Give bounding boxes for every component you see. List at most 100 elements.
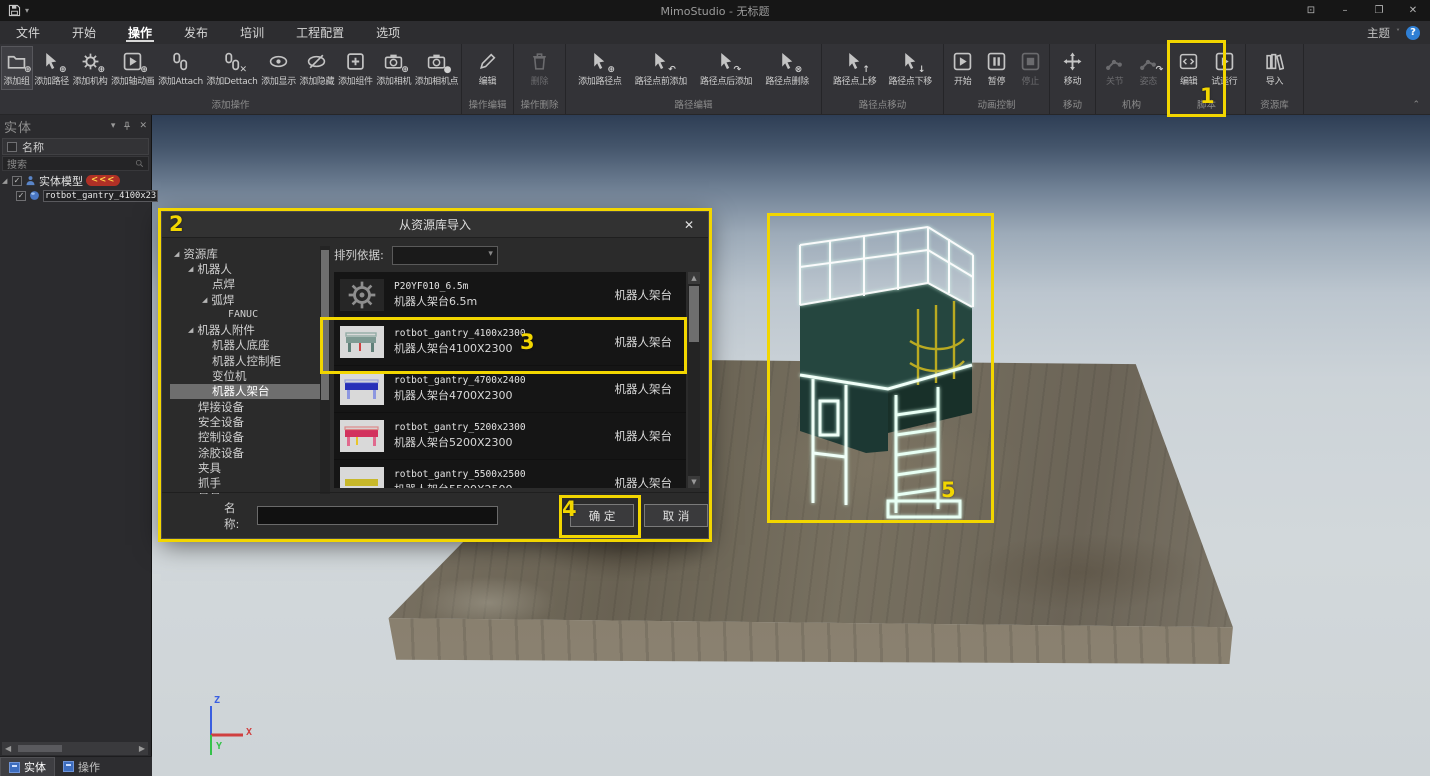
tree-node-control-equipment[interactable]: 控制设备 bbox=[170, 430, 320, 445]
tree-node-arc-weld[interactable]: ◢弧焊 bbox=[170, 292, 320, 307]
entity-search-input[interactable]: 搜索 bbox=[2, 156, 149, 171]
insert-path-point-before-button[interactable]: ↶路径点前添加 bbox=[634, 47, 688, 89]
tree-node-robot-base[interactable]: 机器人底座 bbox=[170, 338, 320, 353]
script-edit-button[interactable]: 编辑 bbox=[1174, 47, 1204, 89]
list-item[interactable]: rotbot_gantry_4700x2400 机器人架台4700X2300 机… bbox=[334, 366, 686, 413]
pin-window-button[interactable]: ⊡ bbox=[1294, 0, 1328, 21]
ribbon-group-animation-control: 开始 暂停 停止 动画控制 bbox=[944, 44, 1050, 114]
add-camera-button[interactable]: ⊕添加相机 bbox=[375, 47, 412, 89]
theme-selector[interactable]: 主题 bbox=[1367, 25, 1390, 41]
add-attach-button[interactable]: 添加Attach bbox=[157, 47, 204, 89]
cancel-button[interactable]: 取 消 bbox=[644, 504, 708, 527]
root-visibility-checkbox[interactable]: ✓ bbox=[12, 176, 22, 186]
add-show-button[interactable]: 添加显示 bbox=[260, 47, 297, 89]
tree-node-robot-gantry[interactable]: 机器人架台 bbox=[170, 384, 320, 399]
add-component-button[interactable]: 添加组件 bbox=[337, 47, 374, 89]
dialog-close-icon[interactable]: ✕ bbox=[678, 212, 700, 238]
tree-node-robot[interactable]: ◢机器人 bbox=[170, 261, 320, 276]
add-path-point-button[interactable]: ⊕添加路径点 bbox=[577, 47, 623, 89]
menu-file[interactable]: 文件 bbox=[0, 21, 56, 44]
menu-project-config[interactable]: 工程配置 bbox=[280, 21, 360, 44]
tab-operation[interactable]: 操作 bbox=[55, 757, 108, 776]
add-axis-animation-button[interactable]: ⊕添加轴动画 bbox=[110, 47, 156, 89]
scrollbar-thumb[interactable] bbox=[18, 745, 62, 752]
add-group-button[interactable]: ⊕添加组 bbox=[2, 47, 32, 89]
joint-tool-button[interactable]: 关节 bbox=[1100, 47, 1130, 89]
panel-pin-icon[interactable] bbox=[122, 121, 132, 131]
tree-node-positioner[interactable]: 变位机 bbox=[170, 368, 320, 383]
menu-publish[interactable]: 发布 bbox=[168, 21, 224, 44]
list-item[interactable]: P20YF010_6.5m 机器人架台6.5m 机器人架台 bbox=[334, 272, 686, 319]
close-button[interactable]: ✕ bbox=[1396, 0, 1430, 21]
restore-button[interactable]: ❐ bbox=[1362, 0, 1396, 21]
tree-node-spot-weld[interactable]: 点焊 bbox=[170, 277, 320, 292]
tree-node-welding-equipment[interactable]: 焊接设备 bbox=[170, 399, 320, 414]
tree-node-library[interactable]: ◢资源库 bbox=[170, 246, 320, 261]
add-dettach-button[interactable]: ✕添加Dettach bbox=[206, 47, 259, 89]
tree-node-robot-cabinet[interactable]: 机器人控制柜 bbox=[170, 353, 320, 368]
animation-pause-button[interactable]: 暂停 bbox=[982, 47, 1012, 89]
child-visibility-checkbox[interactable]: ✓ bbox=[16, 191, 26, 201]
app-window: ▾ MimoStudio - 无标题 ⊡ – ❐ ✕ 文件 开始 操作 发布 培… bbox=[0, 0, 1430, 776]
pose-tool-button[interactable]: ↷姿态 bbox=[1133, 47, 1163, 89]
menu-options[interactable]: 选项 bbox=[360, 21, 416, 44]
tree-node-fanuc[interactable]: FANUC bbox=[170, 307, 320, 322]
move-path-point-up-button[interactable]: ↑路径点上移 bbox=[832, 47, 878, 89]
scrollbar-thumb[interactable] bbox=[321, 250, 329, 400]
expander-icon[interactable]: ◢ bbox=[2, 177, 9, 185]
ribbon-collapse-icon[interactable]: ⌃ bbox=[1412, 100, 1420, 110]
panel-close-icon[interactable]: ✕ bbox=[139, 121, 147, 131]
gantry-model[interactable] bbox=[768, 213, 993, 523]
tree-scrollbar[interactable] bbox=[320, 246, 330, 494]
menu-operation[interactable]: 操作 bbox=[112, 21, 168, 44]
menu-training[interactable]: 培训 bbox=[224, 21, 280, 44]
entity-tree-child-row[interactable]: ✓ rotbot_gantry_4100x23 bbox=[14, 189, 151, 202]
animation-stop-button[interactable]: 停止 bbox=[1015, 47, 1045, 89]
tree-node-gluing-equipment[interactable]: 涂胶设备 bbox=[170, 445, 320, 460]
delete-path-point-button[interactable]: ⊗路径点删除 bbox=[764, 47, 810, 89]
name-column-checkbox[interactable] bbox=[7, 142, 17, 152]
move-path-point-down-button[interactable]: ↓路径点下移 bbox=[887, 47, 933, 89]
help-icon[interactable]: ? bbox=[1406, 26, 1420, 40]
tree-node-fixture[interactable]: 夹具 bbox=[170, 460, 320, 475]
save-icon[interactable] bbox=[8, 4, 21, 17]
minimize-button[interactable]: – bbox=[1328, 0, 1362, 21]
library-import-button[interactable]: 导入 bbox=[1260, 47, 1290, 89]
move-tool-button[interactable]: 移动 bbox=[1058, 47, 1088, 89]
panel-dropdown-icon[interactable]: ▾ bbox=[111, 121, 116, 131]
horizontal-scrollbar[interactable]: ◀ ▶ bbox=[2, 742, 148, 755]
tab-entity[interactable]: 实体 bbox=[0, 757, 55, 776]
add-path-button[interactable]: ⊕添加路径 bbox=[33, 47, 70, 89]
entity-tree-root-row[interactable]: ◢ ✓ 实体模型 <<< bbox=[0, 174, 151, 187]
cube-hide-icon bbox=[305, 49, 329, 73]
scroll-up-icon[interactable]: ▲ bbox=[688, 272, 700, 284]
scroll-down-icon[interactable]: ▼ bbox=[688, 476, 700, 488]
list-item-selected[interactable]: rotbot_gantry_4100x2300 机器人架台4100X2300 机… bbox=[334, 319, 686, 366]
sort-by-dropdown[interactable] bbox=[392, 246, 498, 265]
delete-operation-button[interactable]: 删除 bbox=[525, 47, 555, 89]
animation-start-button[interactable]: 开始 bbox=[948, 47, 978, 89]
list-item-clipped[interactable]: rotbot_gantry_5500x2500 机器人架台5500X2500 机… bbox=[334, 460, 686, 488]
ok-button[interactable]: 确 定 bbox=[570, 504, 634, 527]
menu-start[interactable]: 开始 bbox=[56, 21, 112, 44]
add-mechanism-button[interactable]: ⊕添加机构 bbox=[72, 47, 109, 89]
list-scrollbar[interactable]: ▲ ▼ bbox=[688, 272, 700, 488]
list-item[interactable]: rotbot_gantry_5200x2300 机器人架台5200X2300 机… bbox=[334, 413, 686, 460]
tree-node-gripper[interactable]: 抓手 bbox=[170, 475, 320, 490]
script-test-run-button[interactable]: 试运行 bbox=[1209, 47, 1239, 89]
tree-node-safety-equipment[interactable]: 安全设备 bbox=[170, 414, 320, 429]
item-thumbnail bbox=[340, 326, 384, 358]
quick-access-toolbar[interactable]: ▾ bbox=[0, 4, 29, 17]
add-camera-point-button[interactable]: ●添加相机点 bbox=[414, 47, 460, 89]
tree-node-robot-accessories[interactable]: ◢机器人附件 bbox=[170, 322, 320, 337]
scroll-left-icon[interactable]: ◀ bbox=[5, 744, 11, 753]
scrollbar-thumb[interactable] bbox=[689, 286, 699, 342]
scroll-right-icon[interactable]: ▶ bbox=[139, 744, 145, 753]
name-input[interactable] bbox=[257, 506, 499, 525]
edit-operation-button[interactable]: 编辑 bbox=[473, 47, 503, 89]
insert-path-point-after-button[interactable]: ↷路径点后添加 bbox=[699, 47, 753, 89]
quick-access-caret-icon[interactable]: ▾ bbox=[25, 6, 29, 15]
theme-caret-icon[interactable]: ˅ bbox=[1396, 28, 1400, 37]
collapse-badge[interactable]: <<< bbox=[86, 175, 120, 186]
add-hide-button[interactable]: 添加隐藏 bbox=[299, 47, 336, 89]
